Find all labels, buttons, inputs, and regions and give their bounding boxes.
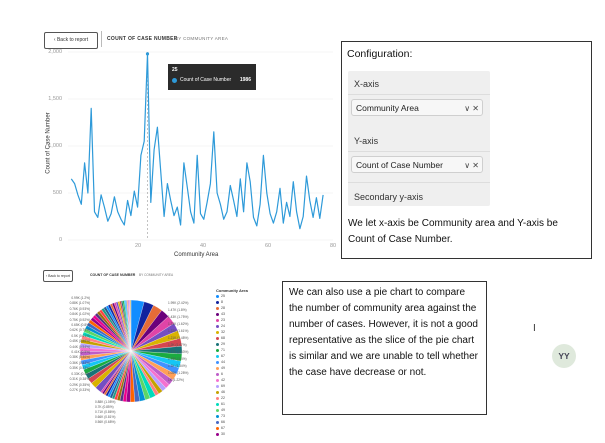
legend-swatch [216, 324, 219, 328]
legend-item[interactable]: 30 [216, 431, 225, 437]
legend-swatch [216, 396, 219, 400]
legend-label: 43 [221, 312, 225, 316]
legend-label: 71 [221, 348, 225, 352]
pie-slice-label: 1.15K (1.4%) [168, 357, 187, 361]
legend-swatch [216, 408, 219, 412]
legend-label: 28 [221, 306, 225, 310]
legend-label: 25 [221, 294, 225, 298]
legend-swatch [216, 384, 219, 388]
legend-label: 67 [221, 426, 225, 430]
pie-slice-label: 1.21K (1.48%) [168, 336, 189, 340]
legend-swatch [216, 342, 219, 346]
avatar[interactable]: YY [552, 344, 576, 368]
legend-label: 29 [221, 342, 225, 346]
legend-label: 24 [221, 324, 225, 328]
pie-slice-label: 1.99K (2.42%) [168, 301, 189, 305]
pie-slice-label: 1.05K (1.28%) [168, 371, 189, 375]
pie-slice-label: 1.47K (1.8%) [168, 308, 187, 312]
legend-swatch [216, 348, 219, 352]
text-cursor-icon: I [533, 323, 536, 334]
pie-slice-label: 0.56K (0.68%) [95, 420, 116, 424]
pie-slice-label: 1.17K (1.43%) [168, 350, 189, 354]
legend-swatch [216, 300, 219, 304]
legend-swatch [216, 294, 219, 298]
legend-label: 66 [221, 420, 225, 424]
pie-bottom-labels: 0.88K (1.08%) 0.7K (0.85%) 0.71K (0.86%) 0.… [95, 400, 175, 425]
legend-swatch [216, 336, 219, 340]
legend-swatch [216, 306, 219, 310]
pie-legend: 25 8 28 43 23 24 32 68 29 71 67 44 49 6 42 69 46 22 61 49 73… [216, 293, 225, 437]
legend-label: 49 [221, 366, 225, 370]
legend-swatch [216, 312, 219, 316]
legend-label: 49 [221, 408, 225, 412]
legend-swatch [216, 354, 219, 358]
legend-swatch [216, 432, 219, 436]
pie-slice-label: 1K (1.22%) [168, 378, 184, 382]
pie-right-labels: 1.99K (2.42%) 1.47K (1.8%) 1.43K (1.75%) 1.… [168, 300, 208, 384]
pie-slice-label: 1.43K (1.75%) [168, 315, 189, 319]
pie-slice-label: 1.2K (1.47%) [168, 343, 187, 347]
legend-label: 32 [221, 330, 225, 334]
legend-swatch [216, 402, 219, 406]
legend-label: 67 [221, 354, 225, 358]
legend-swatch [216, 366, 219, 370]
legend-label: 73 [221, 414, 225, 418]
legend-label: 61 [221, 402, 225, 406]
pie-slice-label: 0.27K (0.33%) [69, 387, 90, 392]
legend-label: 69 [221, 384, 225, 388]
legend-label: 68 [221, 336, 225, 340]
legend-swatch [216, 414, 219, 418]
note-text: We can also use a pie chart to compare t… [289, 287, 478, 378]
legend-label: 6 [221, 372, 223, 376]
legend-swatch [216, 420, 219, 424]
legend-label: 42 [221, 378, 225, 382]
pie-slice-label: 1.33K (1.62%) [168, 322, 189, 326]
legend-swatch [216, 426, 219, 430]
legend-swatch [216, 390, 219, 394]
legend-swatch [216, 318, 219, 322]
pie-slice-label: 1.32K (1.61%) [168, 329, 189, 333]
legend-label: 30 [221, 432, 225, 436]
pie-left-labels: 0.99K (1.2%) 0.88K (1.07%) 0.76K (0.93%) 0.… [52, 296, 90, 393]
legend-label: 22 [221, 396, 225, 400]
legend-label: 8 [221, 300, 223, 304]
legend-label: 46 [221, 390, 225, 394]
legend-swatch [216, 360, 219, 364]
legend-swatch [216, 372, 219, 376]
legend-label: 23 [221, 318, 225, 322]
pie-slice-label: 1.1K (1.34%) [168, 364, 187, 368]
legend-swatch [216, 330, 219, 334]
legend-label: 44 [221, 360, 225, 364]
legend-swatch [216, 378, 219, 382]
